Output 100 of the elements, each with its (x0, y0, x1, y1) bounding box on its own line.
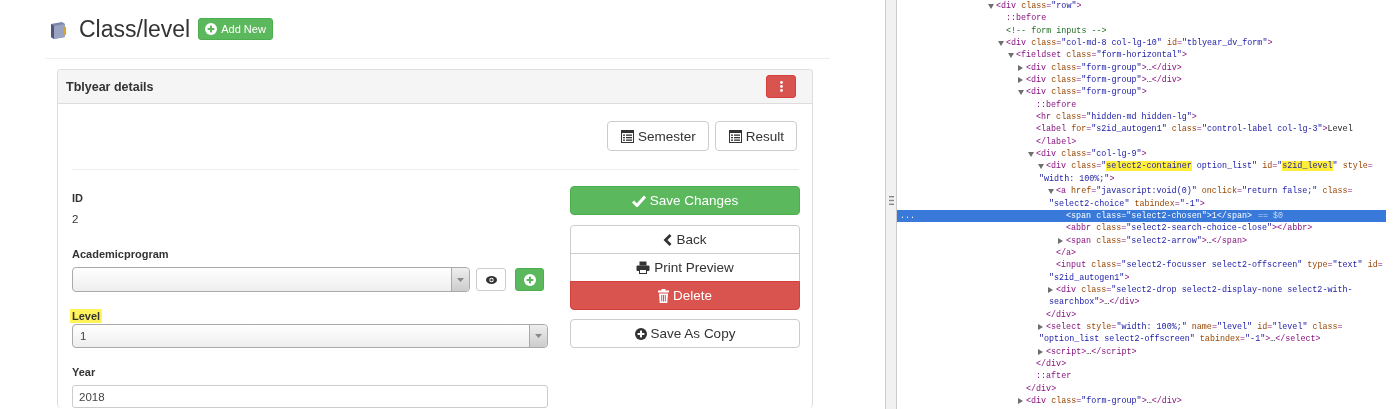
view-button[interactable] (476, 268, 506, 291)
print-preview-button[interactable]: Print Preview (570, 253, 800, 282)
code-line: <fieldset class="form-horizontal"> (1016, 49, 1187, 62)
save-as-copy-button[interactable]: Save As Copy (570, 319, 800, 348)
field-label: ID (71, 191, 84, 205)
code-line: <div class="col-lg-9"> (1036, 148, 1147, 161)
dom-tree-row[interactable]: <!-- form inputs --> (897, 24, 1386, 38)
code-line: <input class="select2-focusser select2-offscreen" type="text" id= (1056, 259, 1383, 272)
page-title: Class/level (79, 15, 191, 43)
dom-tree-row[interactable]: <span class="select2-arrow">…</span> (897, 234, 1386, 247)
code-line: "option_list select2-offscreen" tabindex="-1">…</select> (1039, 333, 1321, 346)
dom-tree-row[interactable]: <input class="select2-focusser select2-offscreen" type="text" id= "s2id_autogen1"> (897, 259, 1386, 284)
dropdown-arrow-icon (457, 277, 464, 282)
collapsed-triangle-icon[interactable] (1018, 64, 1023, 71)
code-line: searchbox">…</div> (1049, 296, 1140, 309)
code-line: </a> (1056, 246, 1077, 260)
dom-tree-row[interactable]: <a href="javascript:void(0)" onclick="return false;" class= "select2-choice" tabindex="-1"> (897, 185, 1386, 210)
chevron-left-icon (663, 233, 673, 246)
expanded-triangle-icon[interactable] (1028, 152, 1034, 158)
options-button[interactable] (766, 75, 796, 98)
dom-tree-row[interactable]: ::before (897, 12, 1386, 25)
code-line: <div class="row"> (996, 0, 1082, 13)
panel-title: Tblyear details (66, 79, 154, 94)
code-line: <span class="select2-arrow">…</span> (1066, 234, 1247, 247)
expanded-triangle-icon[interactable] (1018, 90, 1024, 96)
delete-button[interactable]: Delete (570, 281, 800, 310)
add-button[interactable] (515, 268, 544, 291)
plus-circle-icon (634, 327, 647, 340)
dom-tree-row[interactable]: ::after (897, 370, 1386, 383)
plus-circle-icon (205, 23, 218, 35)
code-line: ::after (1036, 370, 1072, 383)
plus-circle-icon (523, 273, 536, 286)
eye-icon (485, 275, 497, 284)
list-icon (620, 129, 634, 143)
dom-tree-row[interactable]: <div class="form-group">…</div> (897, 395, 1386, 408)
select-field[interactable] (72, 267, 470, 292)
code-line: <select style="width: 100%;" name="level" id="level" class= (1046, 320, 1343, 334)
text-field[interactable]: 2018 (72, 385, 548, 408)
select-field[interactable]: 1 (72, 324, 548, 348)
expanded-triangle-icon[interactable] (1038, 164, 1044, 170)
field-value: 2 (72, 212, 79, 227)
dom-tree-row[interactable]: </label> (897, 135, 1386, 149)
code-line: <a href="javascript:void(0)" onclick="return false;" class= (1056, 185, 1353, 198)
expanded-triangle-icon[interactable] (998, 41, 1004, 47)
code-line: ::before (1006, 12, 1047, 25)
collapsed-triangle-icon[interactable] (1018, 77, 1023, 84)
collapsed-triangle-icon[interactable] (1038, 348, 1043, 355)
dom-tree-row[interactable]: <label for="s2id_autogen1" class="control-label col-lg-3">Level (897, 123, 1386, 136)
dom-tree-row[interactable]: </a> (897, 246, 1386, 260)
code-line: "s2id_autogen1"> (1049, 271, 1130, 284)
drag-handle-icon[interactable] (888, 196, 894, 205)
code-line: <script>…</script> (1046, 345, 1137, 358)
code-line: <hr class="hidden-md hidden-lg"> (1036, 111, 1197, 124)
code-line: <div class="form-group"> (1026, 86, 1147, 99)
dom-tree-row[interactable]: <fieldset class="form-horizontal"> (897, 49, 1386, 62)
dom-tree-row[interactable]: <abbr class="select2-search-choice-close"></abbr> (897, 222, 1386, 235)
code-line: <div class="form-group">…</div> (1026, 74, 1182, 87)
dom-tree-row[interactable]: <div class="select2-container option_list" id="s2id_level" style= "width: 100%;"> (897, 160, 1386, 186)
dom-tree-row[interactable]: <div class="row"> (897, 0, 1386, 13)
dom-tree-row[interactable]: <script>…</script> (897, 345, 1386, 358)
dom-tree-row[interactable]: <div class="col-lg-9"> (897, 148, 1386, 161)
toolbar-button[interactable]: Result (714, 121, 797, 151)
expanded-triangle-icon[interactable] (1048, 189, 1054, 195)
vertical-dots-icon (779, 81, 783, 92)
expanded-triangle-icon[interactable] (1008, 53, 1014, 59)
code-line: ::before (1036, 98, 1077, 112)
dom-tree-row[interactable]: <div class="col-md-8 col-lg-10" id="tblyear_dv_form"> (897, 37, 1386, 50)
collapsed-triangle-icon[interactable] (1058, 237, 1063, 244)
field-label: Academicprogram (71, 247, 170, 261)
dom-tree-row[interactable]: </div> (897, 308, 1386, 321)
dom-tree-row[interactable]: <div class="select2-drop select2-display-none select2-with- searchbox">…</div> (897, 283, 1386, 309)
printer-icon (636, 261, 651, 274)
list-icon (728, 129, 742, 143)
dom-tree-row[interactable]: <hr class="hidden-md hidden-lg"> (897, 111, 1386, 124)
collapsed-triangle-icon[interactable] (1038, 323, 1043, 330)
console-reference: == $0 (1258, 210, 1284, 221)
toolbar-button[interactable]: Semester (606, 121, 709, 151)
code-line: <div class="form-group">…</div> (1026, 395, 1182, 408)
dom-tree-row[interactable]: <div class="form-group">…</div> (897, 61, 1386, 75)
code-line: "width: 100%;"> (1039, 172, 1115, 186)
dom-tree-row[interactable]: <select style="width: 100%;" name="level" id="level" class= "option_list select2-offscreen" tabindex="-1">…</select> (897, 320, 1386, 346)
collapsed-triangle-icon[interactable] (1018, 398, 1023, 404)
code-line: <div class="col-md-8 col-lg-10" id="tblyear_dv_form"> (1006, 37, 1273, 50)
collapsed-triangle-icon[interactable] (1048, 286, 1053, 293)
dom-tree-row[interactable]: ... <span class="select2-chosen">1</span> == $0 (897, 209, 1386, 223)
code-line: <abbr class="select2-search-choice-close"></abbr> (1066, 222, 1313, 235)
code-line: </div> (1036, 357, 1067, 371)
dom-tree-row[interactable]: </div> (897, 382, 1386, 395)
more-button[interactable]: ... (900, 209, 916, 223)
book-icon (48, 20, 68, 39)
expanded-triangle-icon[interactable] (988, 4, 994, 9)
code-line: <label for="s2id_autogen1" class="control-label col-lg-3">Level (1036, 123, 1353, 136)
dom-tree-row[interactable]: ::before (897, 98, 1386, 112)
code-line: "select2-choice" tabindex="-1"> (1049, 197, 1205, 210)
back-button[interactable]: Back (570, 225, 800, 254)
dom-tree-row[interactable]: <div class="form-group">…</div> (897, 74, 1386, 87)
code-line: </div> (1046, 308, 1077, 321)
dom-tree-row[interactable]: <div class="form-group"> (897, 86, 1386, 99)
dom-tree-row[interactable]: </div> (897, 357, 1386, 371)
code-line: <!-- form inputs --> (1006, 24, 1107, 38)
